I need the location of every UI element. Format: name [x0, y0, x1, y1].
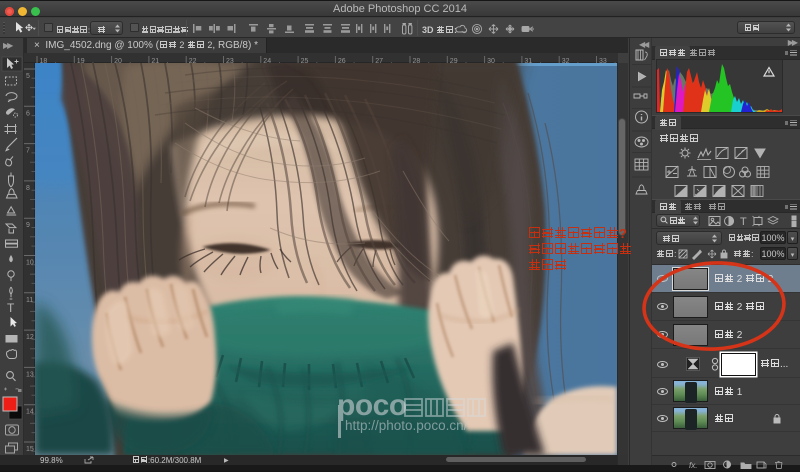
svg-text:fx.: fx.	[689, 461, 697, 469]
svg-text:10: 10	[26, 260, 34, 267]
svg-text:7: 7	[26, 148, 30, 155]
svg-text:12: 12	[26, 334, 34, 341]
svg-text:T: T	[7, 301, 15, 315]
svg-text:http://photo.poco.cn/: http://photo.poco.cn/	[345, 418, 468, 433]
svg-text:11: 11	[26, 297, 33, 304]
svg-text:T: T	[740, 216, 747, 227]
svg-text:5: 5	[26, 73, 30, 80]
svg-text:6: 6	[26, 110, 30, 117]
svg-text:8: 8	[26, 185, 30, 192]
svg-text:9: 9	[26, 222, 30, 229]
svg-text:15: 15	[26, 446, 34, 453]
svg-text:14: 14	[26, 409, 34, 416]
svg-text:13: 13	[26, 371, 34, 378]
